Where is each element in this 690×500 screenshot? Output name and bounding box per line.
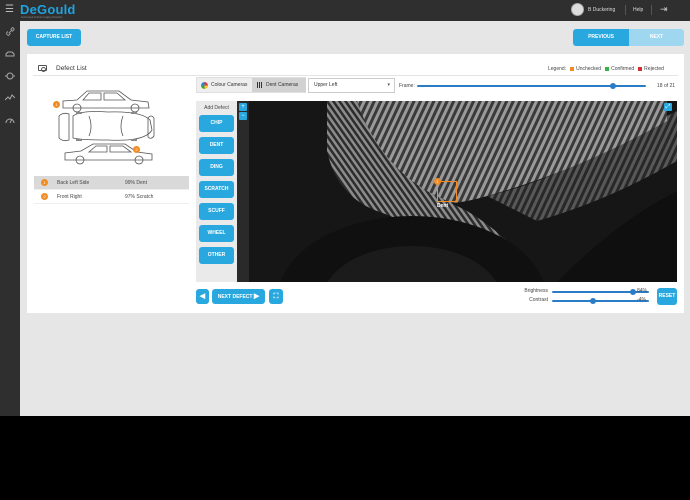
defect-bounding-box[interactable]: 1 [434,178,457,202]
car-icon [5,51,15,57]
defect-box-label: Dent [437,203,449,209]
add-other-button[interactable]: OTHER [199,247,234,264]
contrast-slider[interactable] [552,298,649,304]
add-defect-title: Add Defect [204,105,229,111]
add-scratch-button[interactable]: SCRATCH [199,181,234,198]
logout-icon[interactable]: ⇥ [660,4,668,15]
previous-button[interactable]: PREVIOUS [573,29,629,46]
sidebar [0,21,20,416]
sidebar-item-dashboard[interactable] [0,109,20,131]
camera-tabs: Colour Cameras Dent Cameras [196,77,306,93]
add-scuff-button[interactable]: SCUFF [199,203,234,220]
chart-line-icon [4,94,16,101]
legend-item-confirmed: Confirmed [611,66,635,72]
legend-swatch-rejected [638,67,643,71]
defect-number: 1 [41,179,48,186]
colour-wheel-icon [201,81,208,89]
next-defect-label: NEXT DEFECT [217,294,253,300]
car-diagram: 1 2 [53,82,163,170]
avatar [571,3,584,16]
dent-camera-image [237,101,677,282]
brightness-label: Brightness [524,288,548,294]
camera-select[interactable]: Upper Left ▾ [308,78,395,93]
contrast-value: -4% [637,297,646,303]
capture-list-button[interactable]: CAPTURE LIST [27,29,81,46]
defect-description: 99% Dent [125,179,147,186]
logo-tagline: Automated Vehicle Imaging Solutions [21,16,63,19]
defect-location: Back Left Side [57,179,90,186]
top-bar: ☰ DeGould Automated Vehicle Imaging Solu… [0,0,690,21]
contrast-slider-thumb[interactable] [589,298,596,304]
zoom-in-button[interactable]: + [239,103,247,111]
camera-icon [38,65,47,72]
tab-label: Colour Cameras [211,82,248,88]
panel-title: Defect List [56,65,87,72]
camera-select-value: Upper Left [314,82,338,88]
previous-defect-button[interactable]: ◀ [196,289,209,304]
image-viewer[interactable]: + − ⤢ 1 Dent [237,101,677,282]
sidebar-item-links[interactable] [0,21,20,43]
legend-swatch-confirmed [605,67,610,71]
divider [651,5,652,15]
add-chip-button[interactable]: CHIP [199,115,234,132]
help-link[interactable]: Help [633,7,643,13]
add-defect-panel: Add Defect CHIP DENT DING SCRATCH SCUFF … [196,101,237,282]
reset-button[interactable]: RESET [657,288,677,305]
add-ding-button[interactable]: DING [199,159,234,176]
sidebar-item-inspections[interactable] [0,65,20,87]
defect-row[interactable]: 1 Back Left Side 99% Dent [34,176,189,190]
car-defect-marker[interactable]: 1 [53,101,60,108]
brightness-value: 84% [637,288,648,294]
next-button[interactable]: NEXT [629,29,684,46]
frame-count: 18 of 21 [657,83,676,89]
fullscreen-icon[interactable]: ⛶ [269,289,283,304]
expand-icon[interactable]: ⤢ [664,103,672,111]
legend-swatch-unchecked [570,67,575,71]
sidebar-item-vehicles[interactable] [0,43,20,65]
divider [33,75,678,76]
chevron-down-icon: ▾ [387,82,390,88]
contrast-label: Contrast [529,297,548,303]
legend: Legend: Unchecked Confirmed Rejected [548,66,664,72]
menu-icon[interactable]: ☰ [5,5,14,15]
defect-location: Front Right [57,193,82,200]
add-dent-button[interactable]: DENT [199,137,234,154]
tab-label: Dent Cameras [266,82,299,88]
defect-description: 97% Scratch [125,193,154,200]
frame-slider[interactable] [417,83,646,89]
add-wheel-button[interactable]: WHEEL [199,225,234,242]
user-menu[interactable]: B Duckering [571,3,615,16]
brightness-slider-thumb[interactable] [630,289,637,295]
play-icon: ▶ [253,293,260,300]
tab-dent-cameras[interactable]: Dent Cameras [252,78,306,92]
brightness-slider[interactable] [552,289,649,295]
sidebar-item-analytics[interactable] [0,87,20,109]
defect-panel: Defect List Legend: Unchecked Confirmed … [27,54,684,313]
app-window: ☰ DeGould Automated Vehicle Imaging Solu… [0,0,690,416]
link-icon [5,27,15,36]
divider [625,5,626,15]
inspection-icon [5,72,15,80]
next-defect-button[interactable]: NEXT DEFECT ▶ [212,289,265,304]
car-defect-marker[interactable]: 2 [133,146,140,153]
user-name: B Duckering [588,6,616,13]
defect-row[interactable]: 2 Front Right 97% Scratch [34,190,189,204]
frame-label: Frame: [399,83,415,89]
legend-item-rejected: Rejected [644,66,664,72]
tab-colour-cameras[interactable]: Colour Cameras [197,78,252,92]
defect-number: 2 [41,193,48,200]
stripes-icon [257,82,263,88]
legend-label: Legend: [548,66,567,72]
zoom-out-button[interactable]: − [239,112,247,120]
defect-marker: 1 [434,178,441,185]
legend-item-unchecked: Unchecked [576,66,602,72]
app-logo: DeGould [20,2,76,17]
car-outline-illustration [58,90,155,165]
gauge-icon [5,118,15,124]
frame-slider-thumb[interactable] [610,83,617,89]
